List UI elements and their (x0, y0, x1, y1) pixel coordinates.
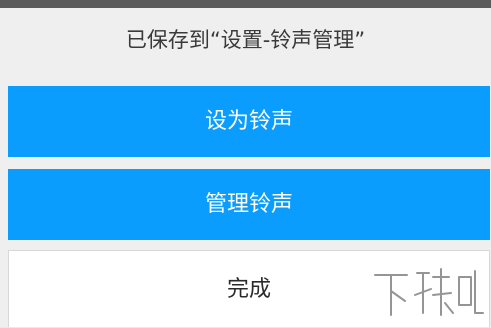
manage-ringtones-button[interactable]: 管理铃声 (8, 169, 490, 240)
done-button[interactable]: 完成 (8, 250, 490, 327)
status-bar (0, 0, 491, 8)
saved-message: 已保存到“设置-铃声管理” (125, 28, 366, 52)
set-ringtone-button[interactable]: 设为铃声 (8, 86, 490, 157)
